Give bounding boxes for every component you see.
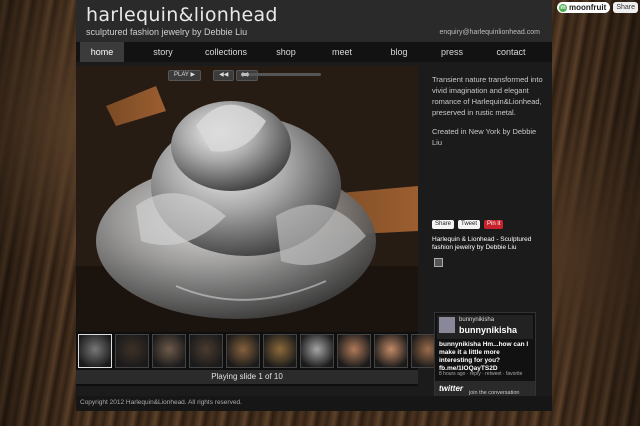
footer: Copyright 2012 Harlequin&Lionhead. All r… (76, 396, 552, 411)
social-buttons: Share Tweet Pin it (432, 220, 504, 229)
silver-rose-image (76, 66, 418, 332)
play-button[interactable]: PLAY ▶ (168, 70, 202, 81)
slideshow: PLAY ▶ ◀◀ ▶▶ Playing slide 1 of 10 (76, 66, 445, 386)
avatar[interactable] (439, 317, 455, 333)
twitter-handle[interactable]: bunnynikisha (459, 325, 517, 335)
nav-blog[interactable]: blog (378, 42, 420, 62)
nav-meet[interactable]: meet (320, 42, 364, 62)
broken-image-icon (434, 258, 443, 267)
moonfruit-label: moonfruit (568, 3, 607, 12)
share-badge[interactable]: Share (613, 2, 638, 13)
twitter-logo[interactable]: twitter (439, 384, 463, 393)
tweet-text: bunnynikisha Hm...how can I make it a li… (439, 341, 529, 372)
slide-caption: Playing slide 1 of 10 (76, 370, 418, 384)
thumbnail-strip (76, 334, 445, 370)
thumbnail-6[interactable] (263, 334, 297, 368)
top-badges: m moonfruit Share (556, 2, 638, 13)
created-text: Created in New York by Debbie Liu (432, 127, 537, 147)
nav-contact[interactable]: contact (486, 42, 536, 62)
nav-collections[interactable]: collections (198, 42, 254, 62)
site-title-text: Harlequin & Lionhead - Sculptured fashio… (432, 236, 532, 251)
tweet-meta[interactable]: 8 hours ago · reply · retweet · favorite (439, 371, 522, 377)
twitter-header: bunnynikisha bunnynikisha (437, 315, 533, 339)
slideshow-progress[interactable] (241, 73, 321, 76)
progress-fill (241, 73, 249, 76)
thumbnail-5[interactable] (226, 334, 260, 368)
thumbnail-3[interactable] (152, 334, 186, 368)
thumbnail-2[interactable] (115, 334, 149, 368)
site-container: harlequin&lionhead sculptured fashion je… (76, 0, 552, 411)
header: harlequin&lionhead sculptured fashion je… (76, 0, 552, 42)
thumbnail-1[interactable] (78, 334, 112, 368)
slide-photo[interactable]: PLAY ▶ ◀◀ ▶▶ (76, 66, 418, 332)
thumbnail-4[interactable] (189, 334, 223, 368)
nav-home[interactable]: home (80, 42, 124, 62)
copyright: Copyright 2012 Harlequin&Lionhead. All r… (80, 399, 242, 406)
sidebar-text: Transient nature transformed into vivid … (432, 74, 544, 156)
facebook-share-button[interactable]: Share (432, 220, 455, 229)
nav-press[interactable]: press (430, 42, 474, 62)
tweet-button[interactable]: Tweet (458, 220, 481, 229)
thumbnail-8[interactable] (337, 334, 371, 368)
nav-story[interactable]: story (138, 42, 188, 62)
moonfruit-icon: m (558, 3, 567, 12)
thumbnail-9[interactable] (374, 334, 408, 368)
pinterest-button[interactable]: Pin it (484, 220, 504, 229)
thumbnail-7[interactable] (300, 334, 334, 368)
logo[interactable]: harlequin&lionhead (86, 4, 278, 26)
main-nav: home story collections shop meet blog pr… (76, 42, 552, 62)
intro-text: Transient nature transformed into vivid … (432, 75, 543, 117)
moonfruit-badge[interactable]: m moonfruit (556, 2, 611, 13)
tagline: sculptured fashion jewelry by Debbie Liu (86, 27, 248, 37)
twitter-widget: bunnynikisha bunnynikisha bunnynikisha H… (434, 312, 536, 399)
prev-button[interactable]: ◀◀ (213, 70, 235, 81)
nav-shop[interactable]: shop (264, 42, 308, 62)
email-link[interactable]: enquiry@harlequinlionhead.com (439, 29, 540, 36)
twitter-handle-small[interactable]: bunnynikisha (459, 317, 494, 323)
